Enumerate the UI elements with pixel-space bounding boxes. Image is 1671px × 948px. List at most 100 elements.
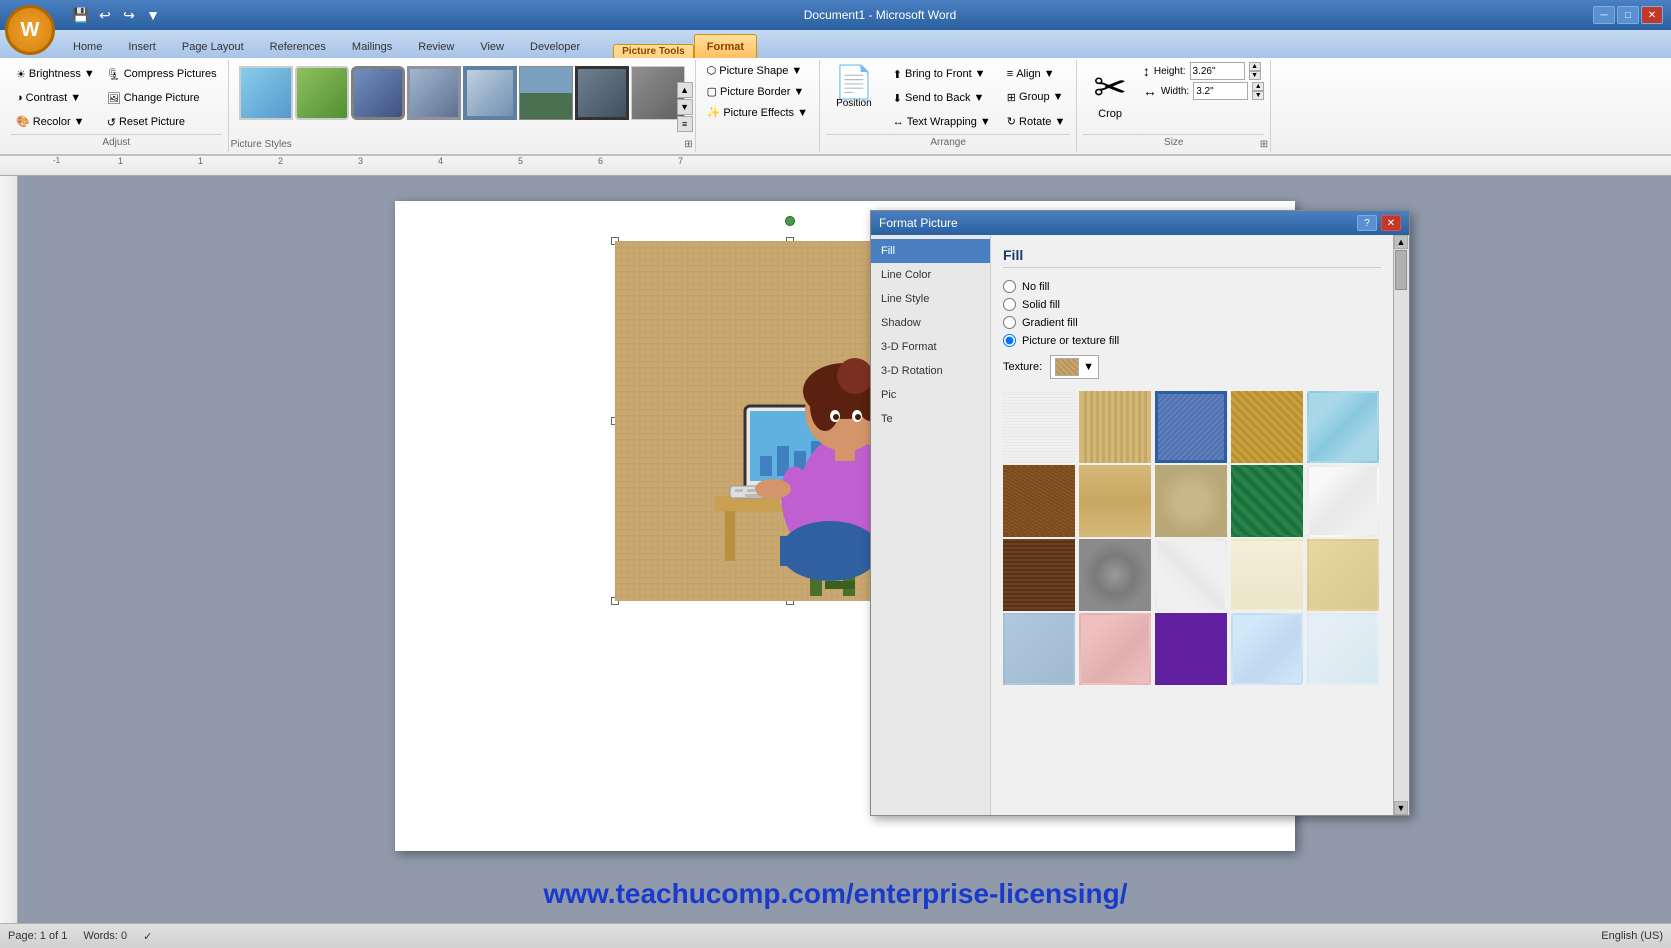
compress-pictures-button[interactable]: 🗜 Compress Pictures [102, 66, 222, 83]
text-wrapping-button[interactable]: ↔ Text Wrapping ▼ [888, 114, 996, 130]
office-button[interactable]: W [5, 5, 55, 55]
tab-developer[interactable]: Developer [517, 34, 593, 58]
tab-page-layout[interactable]: Page Layout [169, 34, 257, 58]
gradient-fill-radio[interactable] [1003, 316, 1016, 329]
nav-line-style[interactable]: Line Style [871, 287, 990, 311]
width-input[interactable] [1193, 82, 1248, 100]
pic-style-3[interactable] [351, 66, 405, 120]
restore-button[interactable]: □ [1617, 6, 1639, 24]
texture-denim[interactable] [1155, 391, 1227, 463]
texture-sand[interactable] [1155, 465, 1227, 537]
send-to-back-button[interactable]: ⬇ Send to Back ▼ [888, 90, 996, 107]
height-down[interactable]: ▼ [1249, 71, 1261, 80]
nav-fill[interactable]: Fill [871, 239, 990, 263]
scroll-thumb[interactable] [1395, 250, 1407, 290]
no-fill-option[interactable]: No fill [1003, 280, 1381, 293]
width-down[interactable]: ▼ [1252, 91, 1264, 100]
texture-newsprint[interactable] [1003, 391, 1075, 463]
picture-border-button[interactable]: ▢ Picture Border ▼ [702, 83, 810, 100]
align-button[interactable]: ≡ Align ▼ [1002, 66, 1071, 82]
pic-style-6[interactable] [519, 66, 573, 120]
texture-extra[interactable] [1307, 613, 1379, 685]
texture-gray-granite[interactable] [1079, 539, 1151, 611]
nav-3d-rotation[interactable]: 3-D Rotation [871, 359, 990, 383]
texture-water[interactable] [1307, 391, 1379, 463]
texture-weave[interactable] [1231, 391, 1303, 463]
redo-button[interactable]: ↪ [119, 5, 139, 25]
picture-styles-expand[interactable]: ⊞ [684, 138, 692, 150]
texture-brown-fiber[interactable] [1003, 539, 1075, 611]
tab-home[interactable]: Home [60, 34, 115, 58]
texture-white-fabric[interactable] [1155, 539, 1227, 611]
dialog-close-button[interactable]: ✕ [1381, 215, 1401, 231]
picture-effects-icon: ✨ [707, 106, 721, 119]
tab-format[interactable]: Format [694, 34, 757, 58]
texture-white-marble[interactable] [1307, 465, 1379, 537]
texture-papyrus[interactable] [1079, 465, 1151, 537]
qat-more-button[interactable]: ▼ [143, 5, 163, 25]
rotate-button[interactable]: ↻ Rotate ▼ [1002, 113, 1071, 130]
contrast-button[interactable]: ◑ Contrast ▼ [11, 90, 100, 106]
texture-canvas[interactable] [1079, 391, 1151, 463]
crop-button[interactable]: ✂ Crop [1083, 62, 1137, 126]
tab-view[interactable]: View [467, 34, 517, 58]
recolor-button[interactable]: 🎨 Recolor ▼ [11, 113, 100, 130]
nav-text[interactable]: Te [871, 407, 990, 431]
texture-light-blue[interactable] [1231, 613, 1303, 685]
undo-button[interactable]: ↩ [95, 5, 115, 25]
tab-insert[interactable]: Insert [115, 34, 169, 58]
texture-green-marble[interactable] [1231, 465, 1303, 537]
close-button[interactable]: ✕ [1641, 6, 1663, 24]
group-button[interactable]: ⊞ Group ▼ [1002, 89, 1071, 106]
picture-texture-fill-radio[interactable] [1003, 334, 1016, 347]
picture-border-icon: ▢ [707, 85, 717, 98]
reset-picture-button[interactable]: ↺ Reset Picture [102, 114, 222, 131]
tab-references[interactable]: References [257, 34, 339, 58]
tab-review[interactable]: Review [405, 34, 467, 58]
change-picture-button[interactable]: 🖼 Change Picture [102, 90, 222, 107]
texture-blue-tissue[interactable] [1003, 613, 1075, 685]
size-expand[interactable]: ⊞ [1260, 139, 1268, 150]
height-input[interactable] [1190, 62, 1245, 80]
scroll-up-btn[interactable]: ▲ [1394, 235, 1408, 249]
picture-texture-fill-option[interactable]: Picture or texture fill [1003, 334, 1381, 347]
position-button[interactable]: 📄 Position [826, 62, 882, 113]
texture-tan[interactable] [1307, 539, 1379, 611]
picture-shape-icon: ⬡ [707, 64, 717, 77]
scroll-down-btn[interactable]: ▼ [1394, 801, 1408, 815]
nav-line-color[interactable]: Line Color [871, 263, 990, 287]
pic-style-4[interactable] [407, 66, 461, 120]
brightness-button[interactable]: ☀ Brightness ▼ [11, 66, 100, 83]
height-up[interactable]: ▲ [1249, 62, 1261, 71]
solid-fill-option[interactable]: Solid fill [1003, 298, 1381, 311]
texture-brown-crinkle[interactable] [1003, 465, 1075, 537]
gallery-expand-arrow[interactable]: ≡ [677, 116, 693, 132]
gradient-fill-option[interactable]: Gradient fill [1003, 316, 1381, 329]
minimize-button[interactable]: ─ [1593, 6, 1615, 24]
picture-effects-button[interactable]: ✨ Picture Effects ▼ [702, 104, 813, 121]
solid-fill-radio[interactable] [1003, 298, 1016, 311]
dialog-help-button[interactable]: ? [1357, 215, 1377, 231]
nav-pic[interactable]: Pic [871, 383, 990, 407]
texture-pink[interactable] [1079, 613, 1151, 685]
bring-to-front-button[interactable]: ⬆ Bring to Front ▼ [888, 66, 996, 83]
gallery-down-arrow[interactable]: ▼ [677, 99, 693, 115]
no-fill-radio[interactable] [1003, 280, 1016, 293]
save-button[interactable]: 💾 [71, 5, 91, 25]
tab-mailings[interactable]: Mailings [339, 34, 405, 58]
texture-cream[interactable] [1231, 539, 1303, 611]
texture-purple[interactable] [1155, 613, 1227, 685]
picture-shape-button[interactable]: ⬡ Picture Shape ▼ [702, 62, 808, 79]
nav-shadow[interactable]: Shadow [871, 311, 990, 335]
crop-icon: ✂ [1093, 68, 1127, 108]
dialog-scrollbar[interactable]: ▲ ▼ [1393, 235, 1409, 815]
pic-style-1[interactable] [239, 66, 293, 120]
pic-style-7[interactable] [575, 66, 629, 120]
width-up[interactable]: ▲ [1252, 82, 1264, 91]
pic-style-2[interactable] [295, 66, 349, 120]
texture-dropdown[interactable]: ▼ [1050, 355, 1099, 379]
gallery-up-arrow[interactable]: ▲ [677, 82, 693, 98]
pic-style-5[interactable] [463, 66, 517, 120]
nav-3d-format[interactable]: 3-D Format [871, 335, 990, 359]
rotation-handle[interactable] [785, 216, 795, 226]
